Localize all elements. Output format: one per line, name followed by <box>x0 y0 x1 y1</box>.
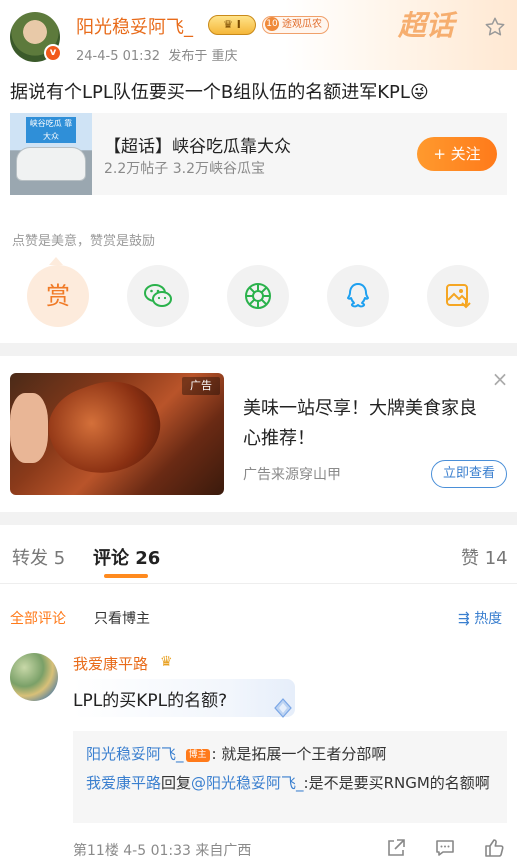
supertopic-thumb-tag: 峡谷吃瓜 靠大众 <box>26 117 76 143</box>
reply-item[interactable]: 我爱康平路回复@阳光稳妥阿飞_:是不是要买RNGM的名额啊 <box>86 771 496 796</box>
reply-author[interactable]: 我爱康平路 <box>86 774 161 792</box>
member-level-badge[interactable]: ♛ I <box>208 15 256 35</box>
sort-icon: ⇶ <box>458 611 470 627</box>
moments-icon <box>245 283 271 309</box>
food-image <box>37 373 173 490</box>
reply-author[interactable]: 阳光稳妥阿飞_ <box>86 745 184 763</box>
owner-badge: 博主 <box>185 749 210 762</box>
fan-badge-level: 10 <box>265 17 279 31</box>
reward-button[interactable]: 赏 <box>27 265 89 327</box>
favorite-star-icon[interactable] <box>484 16 506 38</box>
car-image <box>16 147 86 181</box>
save-image-icon <box>446 284 471 309</box>
ad-source: 广告来源穿山甲 <box>243 467 341 483</box>
filter-all-comments[interactable]: 全部评论 <box>10 608 66 628</box>
commenter-name[interactable]: 我爱康平路 <box>73 653 148 674</box>
hand-image <box>10 393 48 463</box>
author-name[interactable]: 阳光稳妥阿飞_ <box>76 13 193 39</box>
supertopic-title: 【超话】峡谷吃瓜靠大众 <box>104 137 291 157</box>
verified-badge-icon: v <box>44 44 62 62</box>
reply-text: : 就是拓展一个王者分部啊 <box>211 745 387 763</box>
share-moments-button[interactable] <box>227 265 289 327</box>
follow-button[interactable]: + 关注 <box>417 137 497 171</box>
save-image-button[interactable] <box>427 265 489 327</box>
section-separator <box>0 343 517 356</box>
supertopic-thumbnail: 峡谷吃瓜 靠大众 <box>10 113 92 195</box>
post-time: 24-4-5 01:32 <box>76 49 161 64</box>
post-body-text: 据说有个LPL队伍要买一个B组队伍的名额进军KPL😜 <box>10 82 429 103</box>
filter-owner-only[interactable]: 只看博主 <box>94 608 150 628</box>
active-tab-indicator <box>104 574 148 578</box>
reply-comment-icon[interactable] <box>434 837 456 859</box>
reward-tip: 点赞是美意，赞赏是鼓励 <box>12 234 156 249</box>
sort-label: 热度 <box>474 611 503 627</box>
bubble-diamond-icon <box>274 698 292 718</box>
reply-text: :是不是要买RNGM的名额啊 <box>303 774 490 792</box>
comment-footer: 第11楼 4-5 01:33 来自广西 <box>73 843 252 859</box>
share-wechat-button[interactable] <box>127 265 189 327</box>
post-meta: 24-4-5 01:32 发布于 重庆 <box>76 45 237 64</box>
fan-badge-label: 途观瓜农 <box>282 19 322 30</box>
ad-view-button[interactable]: 立即查看 <box>431 460 507 488</box>
commenter-avatar[interactable] <box>10 653 58 701</box>
fan-badge[interactable]: 10 途观瓜农 <box>262 16 329 34</box>
tab-reposts[interactable]: 转发 5 <box>12 544 65 570</box>
section-separator <box>0 512 517 525</box>
ad-title[interactable]: 美味一站尽享！大牌美食家良心推荐！ <box>243 394 483 454</box>
ad-close-icon[interactable]: × <box>491 369 509 389</box>
post-location: 发布于 重庆 <box>168 49 238 64</box>
tip-caret <box>49 257 63 265</box>
reward-icon: 赏 <box>46 282 70 310</box>
qq-icon <box>347 283 369 308</box>
vip-crown-icon: ♛ <box>160 654 173 670</box>
sort-by-heat[interactable]: ⇶ 热度 <box>458 608 502 628</box>
like-thumb-icon[interactable] <box>483 837 505 859</box>
reply-mention[interactable]: @阳光稳妥阿飞_ <box>191 774 304 792</box>
reply-item[interactable]: 阳光稳妥阿飞_ 博主: 就是拓展一个王者分部啊 <box>86 743 386 764</box>
tab-comments[interactable]: 评论 26 <box>93 544 160 570</box>
chaohua-logo: 超话 <box>398 9 455 42</box>
reply-verb: 回复 <box>161 774 192 792</box>
tab-likes[interactable]: 赞 14 <box>461 544 508 570</box>
ad-label: 广告 <box>182 377 220 395</box>
share-comment-icon[interactable] <box>385 837 407 859</box>
wechat-icon <box>144 284 172 307</box>
comment-text[interactable]: LPL的买KPL的名额? <box>73 686 227 711</box>
share-qq-button[interactable] <box>327 265 389 327</box>
member-level-text: I <box>236 18 241 31</box>
tab-divider <box>0 583 517 584</box>
supertopic-stats: 2.2万帖子 3.2万峡谷瓜宝 <box>104 161 265 177</box>
